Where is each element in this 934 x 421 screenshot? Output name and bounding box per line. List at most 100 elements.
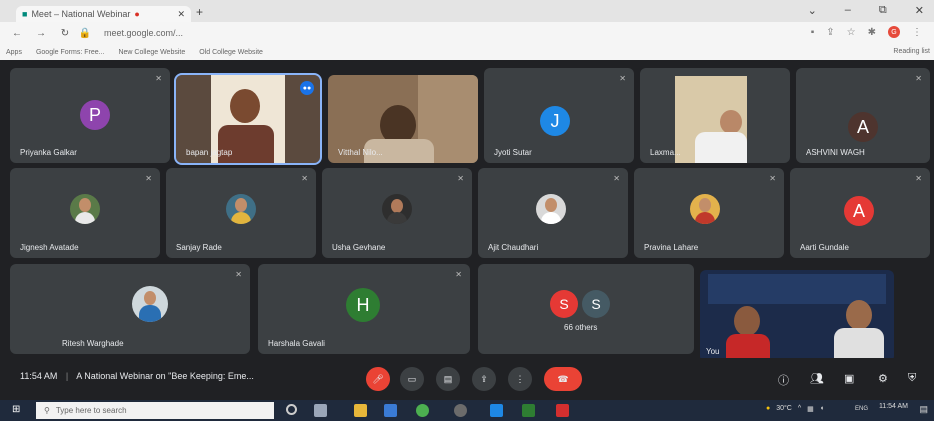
participant-tile[interactable]: A ✕ ASHVINI WAGH [796, 68, 930, 163]
camera-icon[interactable]: ▪ [811, 27, 815, 38]
participant-avatar: J [540, 106, 570, 136]
browser-tab-bar: ■ Meet – National Webinar ● ✕ + ⌄ – ⧉ ✕ [0, 0, 934, 22]
participant-tile[interactable]: ✕ Jignesh Avatade [10, 168, 160, 258]
participant-tile[interactable]: ✕ Ritesh Warghade [10, 264, 250, 354]
windows-start-icon[interactable]: ⊞ [12, 404, 20, 415]
participant-tile-speaking[interactable]: ●● bapan jagtap [174, 73, 322, 165]
toolbar-extensions: ▪ ⇪ ☆ ✱ G ⋮ [811, 26, 922, 38]
screen: ■ Meet – National Webinar ● ✕ + ⌄ – ⧉ ✕ … [0, 0, 934, 421]
host-controls-icon[interactable]: ⛨ [908, 372, 916, 385]
taskbar-search-box[interactable]: ⚲ Type here to search [36, 402, 274, 419]
extensions-icon[interactable]: ✱ [868, 27, 876, 38]
participant-tile[interactable]: A ✕ Aarti Gundale [790, 168, 930, 258]
star-icon[interactable]: ☆ [847, 27, 856, 38]
close-tab-icon[interactable]: ✕ [177, 9, 185, 20]
participant-tile[interactable]: Vitthal Nilo... [328, 75, 478, 163]
leave-call-button[interactable]: ☎ [544, 367, 582, 391]
forward-icon[interactable]: → [34, 28, 48, 39]
search-placeholder: Type here to search [55, 406, 127, 415]
tray-chevron-icon[interactable]: ^ [798, 405, 801, 413]
bookmark-apps[interactable]: Apps [6, 49, 22, 56]
activities-icon[interactable]: ⚙ [878, 372, 888, 385]
taskbar-clock[interactable]: 11:54 AM [879, 403, 908, 411]
maximize-button[interactable]: ⧉ [879, 4, 887, 17]
chrome-icon[interactable] [416, 404, 429, 417]
lock-icon[interactable]: 🔒 [78, 28, 92, 39]
browser-tab[interactable]: ■ Meet – National Webinar ● ✕ [16, 6, 191, 22]
reload-icon[interactable]: ↻ [58, 28, 72, 39]
mic-off-button[interactable]: 🎤︎ [366, 367, 390, 391]
others-tile[interactable]: S S 66 others [478, 264, 694, 354]
participant-avatar: A [848, 112, 878, 142]
participant-name: Aarti Gundale [800, 243, 849, 252]
camera-button[interactable]: ▭ [400, 367, 424, 391]
recording-dot-icon: ● [134, 9, 140, 19]
more-options-button[interactable]: ⋮ [508, 367, 532, 391]
mail-icon[interactable] [490, 404, 503, 417]
new-tab-button[interactable]: + [196, 5, 203, 19]
participant-tile[interactable]: P ✕ Priyanka Galkar [10, 68, 170, 163]
share-icon[interactable]: ⇪ [826, 27, 834, 38]
participant-name: Ajit Chaudhari [488, 243, 539, 252]
participant-tile[interactable]: J ✕ Jyoti Sutar [484, 68, 634, 163]
participant-tile[interactable]: Laxma... [640, 68, 790, 163]
bookmark-new-college[interactable]: New College Website [118, 49, 185, 56]
participant-name: Harshala Gavali [268, 339, 325, 348]
tab-title: Meet – National Webinar [31, 9, 131, 19]
chat-icon[interactable]: ▣ [844, 372, 854, 385]
cortana-icon[interactable] [286, 404, 297, 415]
language-indicator[interactable]: ENG [855, 406, 868, 412]
task-view-icon[interactable] [314, 404, 327, 417]
volume-icon[interactable]: ◖ [820, 405, 824, 413]
search-icon: ⚲ [44, 406, 50, 415]
present-button[interactable]: ⇪ [472, 367, 496, 391]
menu-icon[interactable]: ⋮ [912, 27, 922, 38]
weather-temp[interactable]: 30°C [776, 405, 792, 413]
close-window-button[interactable]: ✕ [915, 4, 924, 17]
tab-search-icon[interactable]: ⌄ [808, 4, 817, 17]
muted-mic-icon: ✕ [145, 174, 152, 183]
info-icon[interactable]: ⓘ [778, 372, 789, 388]
muted-mic-icon: ✕ [455, 270, 462, 279]
reading-list[interactable]: Reading list [893, 48, 930, 55]
bookmark-old-college[interactable]: Old College Website [199, 49, 263, 56]
participant-tile[interactable]: H ✕ Harshala Gavali [258, 264, 470, 354]
app-icon[interactable] [454, 404, 467, 417]
minimize-button[interactable]: – [845, 4, 851, 17]
profile-photo [132, 286, 168, 322]
participant-tile[interactable]: ✕ Pravina Lahare [634, 168, 784, 258]
people-icon[interactable]: 👥︎ [810, 372, 824, 385]
system-tray: ● 30°C ^ ▦ ◖ [766, 405, 824, 413]
speaking-indicator-icon: ●● [300, 81, 314, 95]
profile-photo [70, 194, 100, 224]
participant-face [720, 110, 742, 134]
profile-avatar[interactable]: G [888, 26, 900, 38]
bookmark-google-forms[interactable]: Google Forms: Free... [36, 49, 104, 56]
self-view-tile[interactable]: You [700, 270, 894, 362]
participant-name: Jyoti Sutar [494, 148, 532, 157]
notifications-icon[interactable]: ▤ [919, 404, 928, 415]
muted-mic-icon: ✕ [915, 74, 922, 83]
windows-taskbar: ⊞ ⚲ Type here to search ● 30°C ^ ▦ ◖ ENG… [0, 400, 934, 421]
profile-photo [690, 194, 720, 224]
network-icon[interactable]: ▦ [807, 405, 814, 413]
store-icon[interactable] [522, 404, 535, 417]
weather-icon[interactable]: ● [766, 405, 770, 413]
pdf-icon[interactable] [556, 404, 569, 417]
participant-tile[interactable]: ✕ Ajit Chaudhari [478, 168, 628, 258]
meet-control-bar: 11:54 AM | A National Webinar on "Bee Ke… [0, 358, 934, 400]
participant-name: Sanjay Rade [176, 243, 222, 252]
participant-tile[interactable]: ✕ Usha Gevhane [322, 168, 472, 258]
url-field[interactable]: meet.google.com/... [104, 28, 183, 38]
participant-name: Ritesh Warghade [62, 339, 124, 348]
muted-mic-icon: ✕ [301, 174, 308, 183]
participant-name: Jignesh Avatade [20, 243, 79, 252]
captions-button[interactable]: ▤ [436, 367, 460, 391]
file-explorer-icon[interactable] [354, 404, 367, 417]
photos-icon[interactable] [384, 404, 397, 417]
participant-avatar: P [80, 100, 110, 130]
muted-mic-icon: ✕ [613, 174, 620, 183]
back-icon[interactable]: ← [10, 28, 24, 39]
muted-mic-icon: ✕ [619, 74, 626, 83]
participant-tile[interactable]: ✕ Sanjay Rade [166, 168, 316, 258]
